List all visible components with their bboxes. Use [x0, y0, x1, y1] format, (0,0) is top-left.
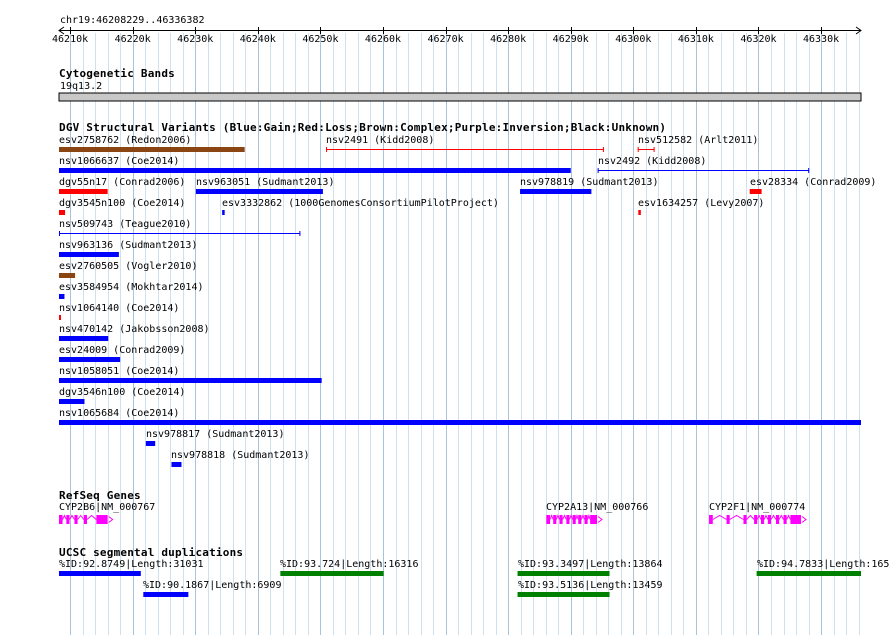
intron-line — [549, 514, 554, 520]
intron-line — [712, 514, 727, 520]
intron-line — [770, 514, 777, 520]
exon-block — [726, 515, 730, 524]
dgv-feature-bar — [59, 399, 85, 404]
intron-line — [569, 514, 574, 520]
intron-line — [763, 514, 769, 520]
dgv-feature-bar — [59, 294, 65, 299]
exon-block — [776, 515, 780, 524]
segdup-bar — [756, 571, 861, 576]
exon-block — [584, 515, 588, 524]
dgv-feature-bar — [145, 441, 156, 446]
intron-line — [562, 514, 567, 520]
intron-line — [575, 513, 579, 520]
segdup-bar — [517, 592, 610, 597]
dgv-feature-bar — [195, 189, 323, 194]
dgv-feature-bar — [59, 210, 66, 215]
intron-line — [77, 514, 85, 520]
intron-line — [580, 514, 585, 520]
strand-arrow — [597, 516, 603, 523]
exon-block — [572, 515, 576, 524]
intron-line — [587, 513, 591, 520]
dgv-feature-bar — [222, 210, 225, 215]
exon-block — [790, 515, 802, 524]
dgv-feature-bar — [171, 462, 182, 467]
exon-block — [743, 515, 747, 524]
segdup-bar — [280, 571, 384, 576]
genome-browser-view: chr19:46208229..46336382 46210k 46220k 462… — [0, 0, 890, 635]
dgv-feature-bar — [520, 189, 592, 194]
exon-block — [783, 515, 787, 524]
dgv-feature-bar — [59, 357, 121, 362]
dgv-feature-bar — [59, 273, 76, 278]
intron-line — [62, 514, 67, 520]
exon-block — [754, 515, 758, 524]
exon-block — [66, 515, 70, 524]
exon-block — [546, 515, 551, 524]
intron-line — [69, 514, 75, 520]
cytoband-bar — [58, 92, 862, 102]
dgv-feature-bar — [59, 168, 571, 173]
dgv-feature-bar — [59, 315, 61, 320]
exon-block — [553, 515, 557, 524]
dgv-feature-bar — [59, 420, 861, 425]
exon-block — [83, 515, 87, 524]
strand-arrow — [801, 516, 807, 523]
exon-block — [767, 515, 771, 524]
segdup-bar — [517, 571, 610, 576]
track-features — [58, 92, 862, 597]
segdup-bar — [143, 592, 189, 597]
exon-block — [578, 515, 582, 524]
exon-block — [709, 515, 713, 524]
exon-block — [590, 515, 598, 524]
exon-block — [760, 515, 765, 524]
dgv-feature-bar — [749, 189, 762, 194]
intron-line — [746, 514, 755, 520]
intron-line — [778, 514, 784, 520]
exon-block — [59, 515, 63, 524]
intron-line — [555, 514, 560, 520]
intron-line — [786, 514, 791, 520]
dgv-feature-bar — [638, 210, 641, 215]
exon-block — [96, 515, 108, 524]
dgv-feature-bar — [59, 336, 109, 341]
exon-block — [74, 515, 78, 524]
dgv-feature-bar — [59, 147, 245, 152]
dgv-feature-bar — [59, 378, 322, 383]
intron-line — [729, 514, 744, 520]
dgv-feature-bar — [59, 189, 108, 194]
intron-line — [756, 514, 762, 520]
exon-block — [566, 515, 570, 524]
dgv-feature-bar — [59, 252, 119, 257]
segdup-bar — [59, 571, 141, 576]
strand-arrow — [108, 516, 114, 523]
intron-line — [86, 514, 97, 520]
exon-block — [559, 515, 563, 524]
